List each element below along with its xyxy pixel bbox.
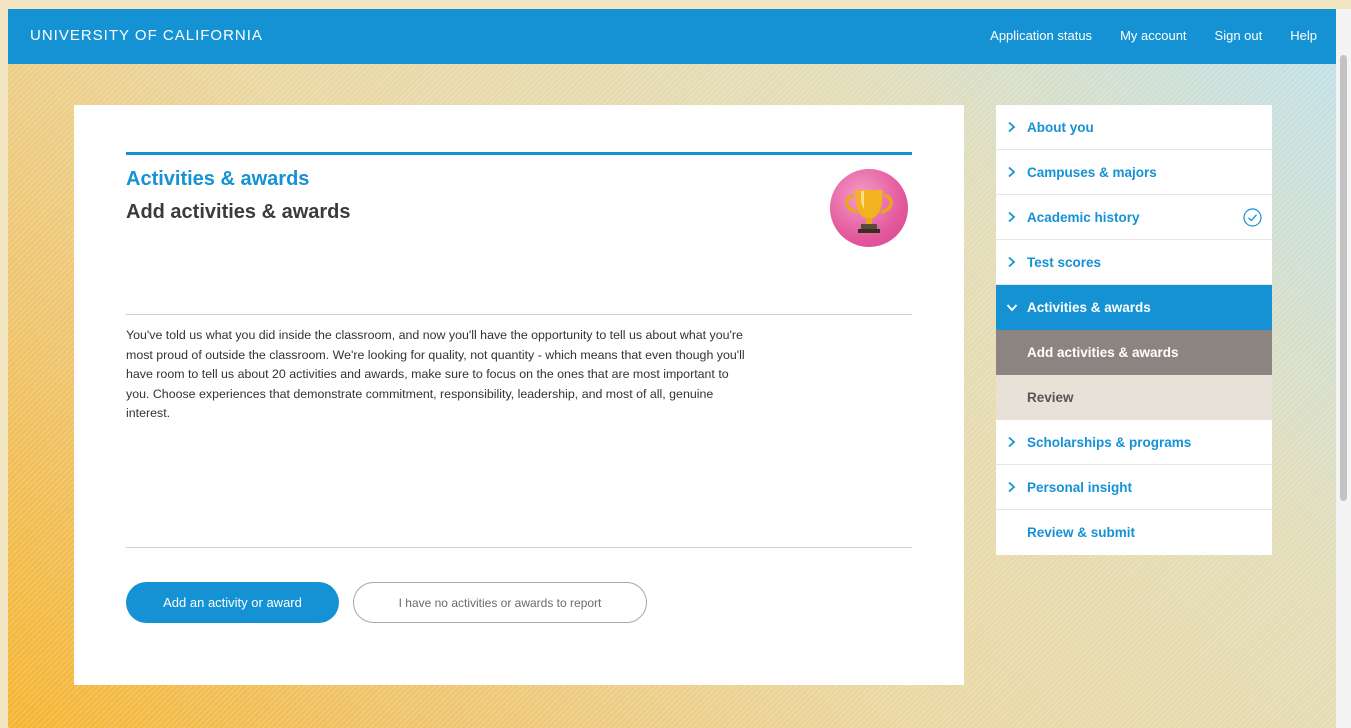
sidebar-item-personal-insight[interactable]: Personal insight xyxy=(996,465,1272,510)
chevron-right-icon xyxy=(996,481,1027,493)
add-activity-button[interactable]: Add an activity or award xyxy=(126,582,339,623)
sidebar-item-label: Activities & awards xyxy=(1027,299,1151,315)
chevron-right-icon xyxy=(996,256,1027,268)
chevron-down-icon xyxy=(996,303,1027,312)
sidebar-item-label: Scholarships & programs xyxy=(1027,434,1192,450)
application-status-link[interactable]: Application status xyxy=(990,28,1092,43)
my-account-link[interactable]: My account xyxy=(1120,28,1186,43)
sidebar-item-label: Academic history xyxy=(1027,209,1140,225)
check-circle-icon xyxy=(1243,208,1262,230)
main-card: Activities & awards Add activities & awa… xyxy=(74,105,964,685)
divider-bottom xyxy=(126,547,912,548)
divider-top xyxy=(126,314,912,315)
sidebar-item-about-you[interactable]: About you xyxy=(996,105,1272,150)
no-activities-button[interactable]: I have no activities or awards to report xyxy=(353,582,647,623)
sidebar-item-scholarships-programs[interactable]: Scholarships & programs xyxy=(996,420,1272,465)
chevron-right-icon xyxy=(996,166,1027,178)
page-title: Add activities & awards xyxy=(126,201,351,223)
sidebar-item-label: About you xyxy=(1027,119,1094,135)
sidebar-item-label: Review & submit xyxy=(1027,525,1136,540)
page-scrollbar[interactable] xyxy=(1336,9,1351,728)
sidebar-item-activities-awards[interactable]: Activities & awards xyxy=(996,285,1272,330)
sidebar-nav: About you Campuses & majors Academic his… xyxy=(996,105,1272,555)
trophy-icon xyxy=(845,190,893,233)
sidebar-item-review-submit[interactable]: Review & submit xyxy=(996,510,1272,555)
sidebar-item-campuses-majors[interactable]: Campuses & majors xyxy=(996,150,1272,195)
chevron-right-icon xyxy=(996,121,1027,133)
sidebar-item-academic-history[interactable]: Academic history xyxy=(996,195,1272,240)
brand-logo-text[interactable]: UNIVERSITY OF CALIFORNIA xyxy=(30,27,263,44)
top-nav: Application status My account Sign out H… xyxy=(990,28,1336,43)
chevron-right-icon xyxy=(996,436,1027,448)
sidebar-item-label: Personal insight xyxy=(1027,479,1133,495)
help-link[interactable]: Help xyxy=(1290,28,1317,43)
sidebar-item-label: Test scores xyxy=(1027,254,1102,270)
sidebar-item-label: Add activities & awards xyxy=(1027,344,1179,360)
top-bar: UNIVERSITY OF CALIFORNIA Application sta… xyxy=(8,9,1336,64)
chevron-right-icon xyxy=(996,211,1027,223)
sidebar-item-label: Review xyxy=(1027,389,1074,405)
intro-text: You've told us what you did inside the c… xyxy=(126,328,745,420)
sidebar-item-test-scores[interactable]: Test scores xyxy=(996,240,1272,285)
sign-out-link[interactable]: Sign out xyxy=(1215,28,1263,43)
section-title: Activities & awards xyxy=(126,168,310,190)
sidebar-subitem-add-activities[interactable]: Add activities & awards xyxy=(996,330,1272,375)
scrollbar-thumb[interactable] xyxy=(1340,55,1347,501)
sidebar-item-label: Campuses & majors xyxy=(1027,164,1157,180)
sidebar-subitem-review[interactable]: Review xyxy=(996,375,1272,420)
title-rule xyxy=(126,152,912,155)
trophy-badge xyxy=(830,169,908,247)
